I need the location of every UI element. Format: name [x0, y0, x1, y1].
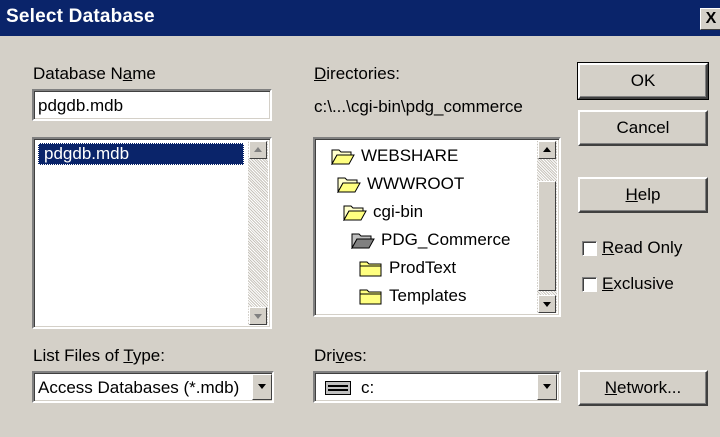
directory-tree[interactable]: WEBSHARE WWWROOT cgi-bin PDG_Commerce Pr…: [313, 137, 561, 317]
database-name-label: Database Name: [33, 64, 156, 83]
exclusive-checkbox[interactable]: [582, 277, 597, 292]
file-list-scroll-down-button[interactable]: [249, 307, 267, 325]
open-folder-icon: [343, 205, 367, 221]
directory-name: PDG_Commerce: [381, 230, 511, 249]
read-only-label[interactable]: Read Only: [602, 238, 682, 258]
current-path: c:\...\cgi-bin\pdg_commerce: [314, 97, 523, 116]
directory-scroll-up-button[interactable]: [538, 141, 556, 159]
chevron-down-icon: [543, 384, 551, 389]
directory-scrollbar[interactable]: [537, 141, 557, 313]
read-only-checkbox[interactable]: [582, 241, 597, 256]
cancel-button[interactable]: Cancel: [578, 110, 708, 146]
file-type-select[interactable]: Access Databases (*.mdb): [32, 371, 274, 403]
open-folder-selected-icon: [351, 233, 375, 249]
dialog-title: Select Database: [6, 6, 155, 27]
database-name-value: pdgdb.mdb: [38, 96, 124, 115]
network-button-label: Network...: [604, 378, 682, 397]
directories-label: Directories:: [314, 64, 400, 83]
file-list-scrollbar[interactable]: [248, 141, 268, 325]
directory-name: ProdText: [389, 258, 457, 277]
drives-label: Drives:: [314, 346, 367, 365]
file-list-scroll-up-button[interactable]: [249, 141, 267, 159]
file-type-label: List Files of Type:: [33, 346, 165, 365]
closed-folder-icon: [359, 261, 382, 277]
drive-icon: [325, 381, 351, 395]
drives-dropdown-button[interactable]: [537, 374, 557, 400]
drive-value: c:: [361, 378, 375, 397]
directory-name: Templates: [389, 286, 467, 305]
open-folder-icon: [331, 149, 355, 165]
scroll-down-icon: [543, 302, 551, 307]
close-icon: X: [705, 10, 717, 27]
file-list[interactable]: pdgdb.mdb: [32, 137, 272, 329]
scroll-up-icon: [543, 147, 551, 152]
closed-folder-icon: [359, 289, 382, 305]
directory-name: cgi-bin: [373, 202, 424, 221]
cancel-button-label: Cancel: [616, 118, 670, 137]
scroll-down-icon: [254, 314, 262, 319]
file-type-value: Access Databases (*.mdb): [38, 378, 240, 397]
scroll-up-icon: [254, 147, 262, 152]
close-button[interactable]: X: [700, 8, 720, 30]
network-button[interactable]: Network...: [578, 370, 708, 406]
title-bar: Select Database X: [0, 0, 720, 36]
file-name: pdgdb.mdb: [44, 144, 130, 163]
ok-button-label: OK: [630, 71, 656, 90]
directory-name: WWWROOT: [367, 174, 465, 193]
help-button[interactable]: Help: [578, 177, 708, 213]
database-name-input[interactable]: pdgdb.mdb: [32, 89, 272, 121]
directory-scroll-down-button[interactable]: [538, 295, 556, 313]
ok-button[interactable]: OK: [577, 62, 709, 100]
drives-select[interactable]: c:: [313, 371, 561, 403]
help-button-label: Help: [625, 185, 661, 204]
directory-name: WEBSHARE: [361, 146, 459, 165]
file-type-dropdown-button[interactable]: [252, 374, 272, 400]
directory-scroll-thumb[interactable]: [538, 181, 556, 291]
open-folder-icon: [337, 177, 361, 193]
file-list-item-selected[interactable]: pdgdb.mdb: [38, 143, 244, 165]
exclusive-label[interactable]: Exclusive: [602, 274, 674, 294]
chevron-down-icon: [258, 384, 266, 389]
